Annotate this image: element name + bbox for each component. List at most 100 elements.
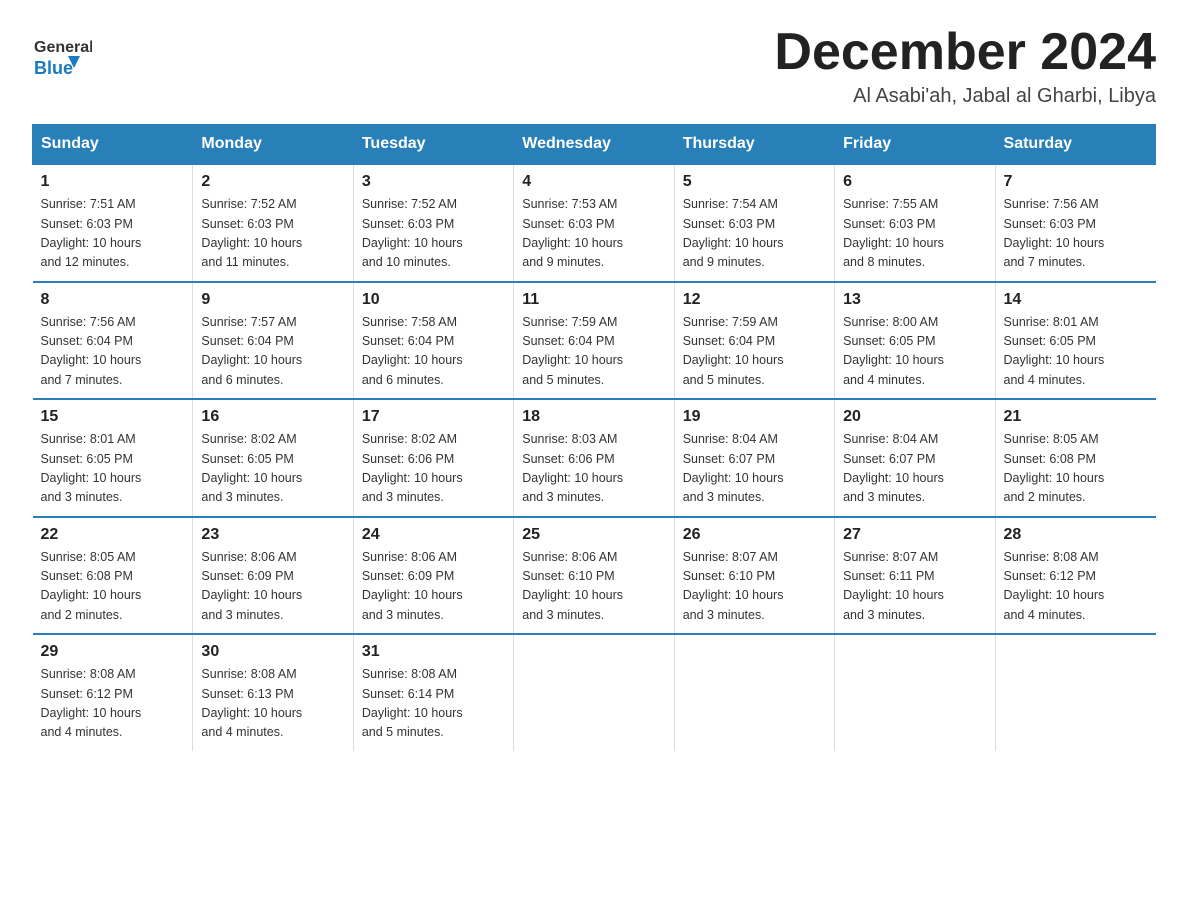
day-number: 31 [362, 643, 505, 661]
day-number: 20 [843, 408, 986, 426]
day-cell: 31 Sunrise: 8:08 AM Sunset: 6:14 PM Dayl… [353, 634, 513, 751]
day-cell: 4 Sunrise: 7:53 AM Sunset: 6:03 PM Dayli… [514, 164, 674, 282]
day-cell: 29 Sunrise: 8:08 AM Sunset: 6:12 PM Dayl… [33, 634, 193, 751]
week-row-5: 29 Sunrise: 8:08 AM Sunset: 6:12 PM Dayl… [33, 634, 1156, 751]
day-cell: 6 Sunrise: 7:55 AM Sunset: 6:03 PM Dayli… [835, 164, 995, 282]
day-cell: 7 Sunrise: 7:56 AM Sunset: 6:03 PM Dayli… [995, 164, 1155, 282]
day-number: 17 [362, 408, 505, 426]
week-row-4: 22 Sunrise: 8:05 AM Sunset: 6:08 PM Dayl… [33, 517, 1156, 635]
day-info: Sunrise: 8:02 AM Sunset: 6:06 PM Dayligh… [362, 430, 505, 508]
day-cell: 2 Sunrise: 7:52 AM Sunset: 6:03 PM Dayli… [193, 164, 353, 282]
day-info: Sunrise: 8:04 AM Sunset: 6:07 PM Dayligh… [843, 430, 986, 508]
logo-icon: General Blue [32, 24, 92, 84]
day-info: Sunrise: 7:56 AM Sunset: 6:03 PM Dayligh… [1004, 195, 1148, 273]
day-cell: 17 Sunrise: 8:02 AM Sunset: 6:06 PM Dayl… [353, 399, 513, 517]
day-info: Sunrise: 8:06 AM Sunset: 6:09 PM Dayligh… [362, 548, 505, 626]
day-number: 23 [201, 526, 344, 544]
day-info: Sunrise: 7:52 AM Sunset: 6:03 PM Dayligh… [201, 195, 344, 273]
day-number: 18 [522, 408, 665, 426]
day-number: 14 [1004, 291, 1148, 309]
day-number: 22 [41, 526, 185, 544]
calendar-header-row: SundayMondayTuesdayWednesdayThursdayFrid… [33, 125, 1156, 165]
header-tuesday: Tuesday [353, 125, 513, 165]
day-cell: 16 Sunrise: 8:02 AM Sunset: 6:05 PM Dayl… [193, 399, 353, 517]
day-info: Sunrise: 7:51 AM Sunset: 6:03 PM Dayligh… [41, 195, 185, 273]
title-block: December 2024 Al Asabi'ah, Jabal al Ghar… [774, 24, 1156, 108]
page-header: General Blue December 2024 Al Asabi'ah, … [32, 24, 1156, 108]
day-info: Sunrise: 7:54 AM Sunset: 6:03 PM Dayligh… [683, 195, 826, 273]
header-thursday: Thursday [674, 125, 834, 165]
day-info: Sunrise: 8:01 AM Sunset: 6:05 PM Dayligh… [41, 430, 185, 508]
day-cell: 22 Sunrise: 8:05 AM Sunset: 6:08 PM Dayl… [33, 517, 193, 635]
day-number: 21 [1004, 408, 1148, 426]
day-info: Sunrise: 8:08 AM Sunset: 6:14 PM Dayligh… [362, 665, 505, 743]
day-number: 28 [1004, 526, 1148, 544]
day-number: 24 [362, 526, 505, 544]
day-info: Sunrise: 8:05 AM Sunset: 6:08 PM Dayligh… [1004, 430, 1148, 508]
day-info: Sunrise: 8:07 AM Sunset: 6:11 PM Dayligh… [843, 548, 986, 626]
day-number: 13 [843, 291, 986, 309]
day-cell: 23 Sunrise: 8:06 AM Sunset: 6:09 PM Dayl… [193, 517, 353, 635]
day-cell: 3 Sunrise: 7:52 AM Sunset: 6:03 PM Dayli… [353, 164, 513, 282]
day-number: 10 [362, 291, 505, 309]
day-cell: 12 Sunrise: 7:59 AM Sunset: 6:04 PM Dayl… [674, 282, 834, 400]
day-number: 12 [683, 291, 826, 309]
day-info: Sunrise: 8:01 AM Sunset: 6:05 PM Dayligh… [1004, 313, 1148, 391]
day-info: Sunrise: 8:06 AM Sunset: 6:10 PM Dayligh… [522, 548, 665, 626]
day-cell: 25 Sunrise: 8:06 AM Sunset: 6:10 PM Dayl… [514, 517, 674, 635]
day-cell: 9 Sunrise: 7:57 AM Sunset: 6:04 PM Dayli… [193, 282, 353, 400]
day-info: Sunrise: 7:52 AM Sunset: 6:03 PM Dayligh… [362, 195, 505, 273]
header-saturday: Saturday [995, 125, 1155, 165]
calendar-table: SundayMondayTuesdayWednesdayThursdayFrid… [32, 124, 1156, 751]
day-number: 2 [201, 173, 344, 191]
header-wednesday: Wednesday [514, 125, 674, 165]
logo: General Blue [32, 24, 92, 84]
week-row-3: 15 Sunrise: 8:01 AM Sunset: 6:05 PM Dayl… [33, 399, 1156, 517]
day-info: Sunrise: 7:56 AM Sunset: 6:04 PM Dayligh… [41, 313, 185, 391]
day-number: 27 [843, 526, 986, 544]
day-cell: 15 Sunrise: 8:01 AM Sunset: 6:05 PM Dayl… [33, 399, 193, 517]
day-cell [995, 634, 1155, 751]
day-cell: 20 Sunrise: 8:04 AM Sunset: 6:07 PM Dayl… [835, 399, 995, 517]
day-number: 25 [522, 526, 665, 544]
header-friday: Friday [835, 125, 995, 165]
day-info: Sunrise: 7:55 AM Sunset: 6:03 PM Dayligh… [843, 195, 986, 273]
day-number: 16 [201, 408, 344, 426]
svg-text:General: General [34, 39, 92, 56]
day-cell: 11 Sunrise: 7:59 AM Sunset: 6:04 PM Dayl… [514, 282, 674, 400]
day-info: Sunrise: 8:07 AM Sunset: 6:10 PM Dayligh… [683, 548, 826, 626]
day-info: Sunrise: 7:59 AM Sunset: 6:04 PM Dayligh… [522, 313, 665, 391]
day-info: Sunrise: 8:03 AM Sunset: 6:06 PM Dayligh… [522, 430, 665, 508]
calendar-title: December 2024 [774, 24, 1156, 81]
day-number: 26 [683, 526, 826, 544]
day-cell: 19 Sunrise: 8:04 AM Sunset: 6:07 PM Dayl… [674, 399, 834, 517]
day-info: Sunrise: 8:08 AM Sunset: 6:13 PM Dayligh… [201, 665, 344, 743]
day-info: Sunrise: 7:58 AM Sunset: 6:04 PM Dayligh… [362, 313, 505, 391]
day-number: 5 [683, 173, 826, 191]
day-number: 30 [201, 643, 344, 661]
day-cell: 1 Sunrise: 7:51 AM Sunset: 6:03 PM Dayli… [33, 164, 193, 282]
day-cell: 8 Sunrise: 7:56 AM Sunset: 6:04 PM Dayli… [33, 282, 193, 400]
day-info: Sunrise: 8:00 AM Sunset: 6:05 PM Dayligh… [843, 313, 986, 391]
day-info: Sunrise: 8:04 AM Sunset: 6:07 PM Dayligh… [683, 430, 826, 508]
day-number: 29 [41, 643, 185, 661]
day-cell [674, 634, 834, 751]
day-cell: 5 Sunrise: 7:54 AM Sunset: 6:03 PM Dayli… [674, 164, 834, 282]
week-row-1: 1 Sunrise: 7:51 AM Sunset: 6:03 PM Dayli… [33, 164, 1156, 282]
day-cell: 18 Sunrise: 8:03 AM Sunset: 6:06 PM Dayl… [514, 399, 674, 517]
calendar-subtitle: Al Asabi'ah, Jabal al Gharbi, Libya [774, 85, 1156, 108]
day-cell: 14 Sunrise: 8:01 AM Sunset: 6:05 PM Dayl… [995, 282, 1155, 400]
header-monday: Monday [193, 125, 353, 165]
day-cell: 27 Sunrise: 8:07 AM Sunset: 6:11 PM Dayl… [835, 517, 995, 635]
day-cell [514, 634, 674, 751]
day-cell: 21 Sunrise: 8:05 AM Sunset: 6:08 PM Dayl… [995, 399, 1155, 517]
day-cell: 26 Sunrise: 8:07 AM Sunset: 6:10 PM Dayl… [674, 517, 834, 635]
day-cell [835, 634, 995, 751]
day-number: 3 [362, 173, 505, 191]
day-info: Sunrise: 8:05 AM Sunset: 6:08 PM Dayligh… [41, 548, 185, 626]
day-number: 7 [1004, 173, 1148, 191]
day-info: Sunrise: 7:57 AM Sunset: 6:04 PM Dayligh… [201, 313, 344, 391]
day-info: Sunrise: 8:08 AM Sunset: 6:12 PM Dayligh… [41, 665, 185, 743]
day-info: Sunrise: 8:08 AM Sunset: 6:12 PM Dayligh… [1004, 548, 1148, 626]
day-info: Sunrise: 8:06 AM Sunset: 6:09 PM Dayligh… [201, 548, 344, 626]
